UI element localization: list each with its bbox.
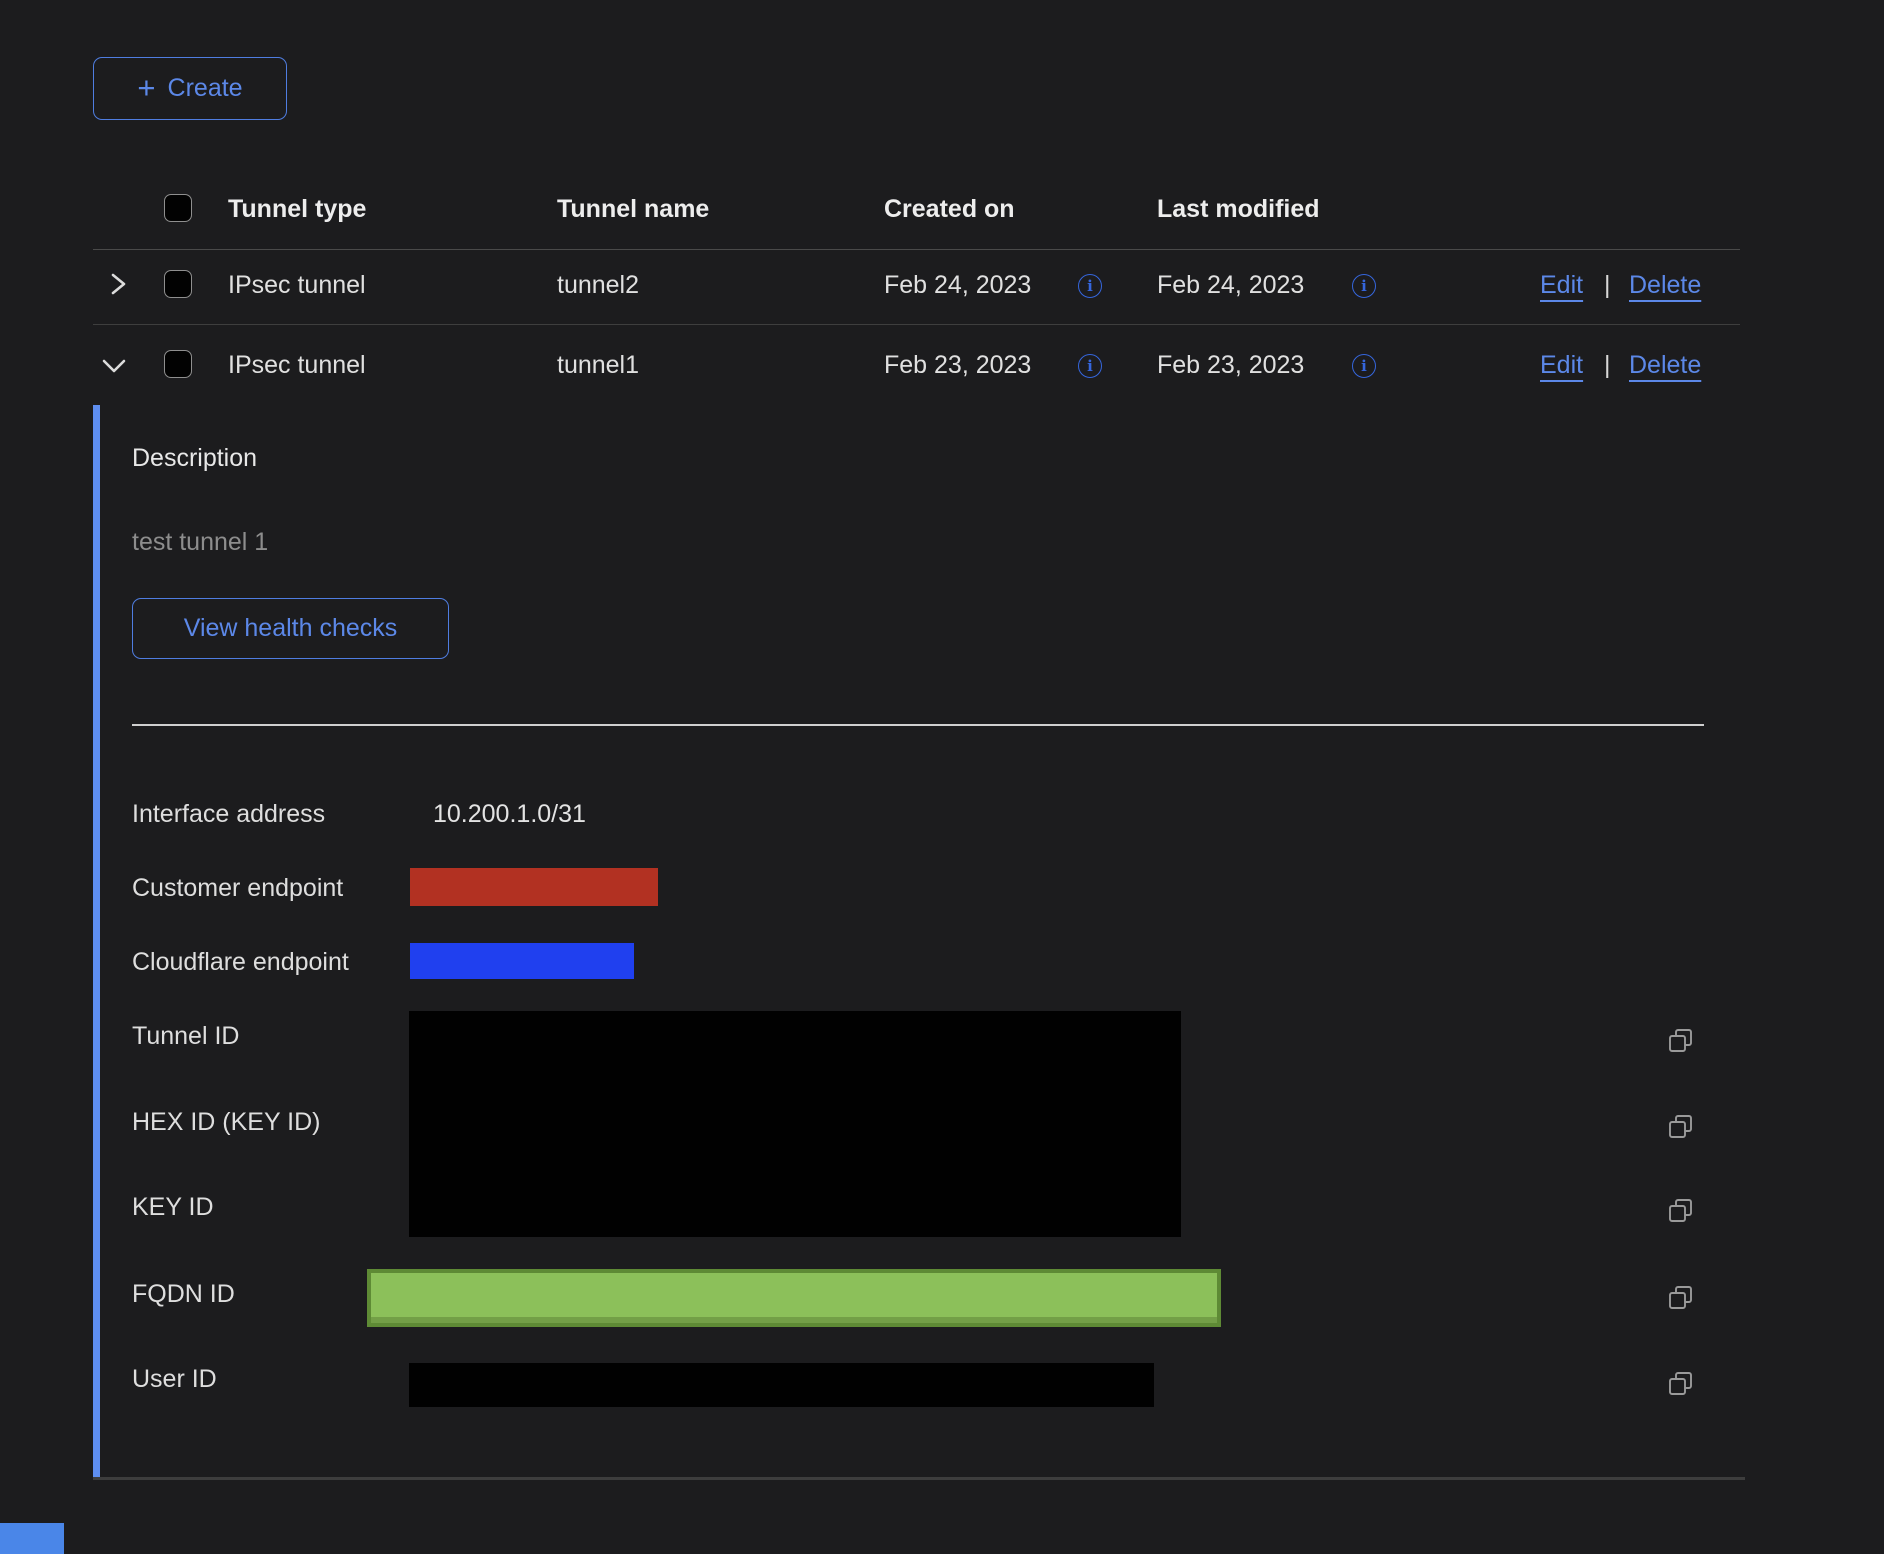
info-glyph: i (1087, 277, 1093, 295)
info-icon[interactable]: i (1078, 274, 1102, 298)
panel-divider (132, 724, 1704, 726)
table-bottom-divider (93, 1477, 1745, 1480)
tunnel-name-cell: tunnel1 (557, 351, 639, 380)
hex-id-label: HEX ID (KEY ID) (132, 1108, 320, 1137)
create-button-label: Create (168, 74, 243, 103)
column-header-tunnel-type: Tunnel type (228, 195, 366, 224)
user-id-label: User ID (132, 1365, 217, 1394)
info-glyph: i (1361, 277, 1367, 295)
cloudflare-endpoint-redaction (410, 943, 634, 979)
copy-user-id-button[interactable] (1666, 1369, 1696, 1399)
column-header-last-modified: Last modified (1157, 195, 1320, 224)
tunnel-id-label: Tunnel ID (132, 1022, 239, 1051)
copy-icon (1666, 1283, 1696, 1313)
info-icon[interactable]: i (1352, 354, 1376, 378)
chevron-down-icon[interactable] (100, 356, 128, 381)
info-icon[interactable]: i (1352, 274, 1376, 298)
info-icon[interactable]: i (1078, 354, 1102, 378)
tunnels-page: + Create Tunnel type Tunnel name Created… (0, 0, 1884, 1554)
view-health-checks-label: View health checks (184, 614, 398, 643)
fqdn-id-redaction (367, 1269, 1221, 1327)
header-divider (93, 249, 1740, 250)
copy-icon (1666, 1196, 1696, 1226)
copy-icon (1666, 1026, 1696, 1056)
chevron-right-glyph (104, 271, 130, 297)
tunnel-type-cell: IPsec tunnel (228, 271, 366, 300)
fqdn-id-label: FQDN ID (132, 1280, 235, 1309)
delete-link[interactable]: Delete (1629, 351, 1701, 380)
customer-endpoint-redaction (410, 868, 658, 906)
row-divider (93, 324, 1740, 325)
tunnel-name-cell: tunnel2 (557, 271, 639, 300)
interface-address-value: 10.200.1.0/31 (433, 800, 586, 829)
delete-link[interactable]: Delete (1629, 271, 1701, 300)
select-all-checkbox[interactable] (164, 194, 192, 222)
create-button[interactable]: + Create (93, 57, 287, 120)
tunnel-type-cell: IPsec tunnel (228, 351, 366, 380)
description-value: test tunnel 1 (132, 528, 268, 557)
expanded-row-accent-bar (93, 405, 100, 1477)
copy-tunnel-id-button[interactable] (1666, 1026, 1696, 1056)
info-glyph: i (1087, 357, 1093, 375)
row-checkbox[interactable] (164, 350, 192, 378)
bottom-left-blue-indicator (0, 1523, 64, 1554)
edit-link[interactable]: Edit (1540, 351, 1583, 380)
edit-link[interactable]: Edit (1540, 271, 1583, 300)
last-modified-cell: Feb 24, 2023 (1157, 271, 1304, 300)
copy-fqdn-id-button[interactable] (1666, 1283, 1696, 1313)
key-id-label: KEY ID (132, 1193, 214, 1222)
cloudflare-endpoint-label: Cloudflare endpoint (132, 948, 349, 977)
created-on-cell: Feb 24, 2023 (884, 271, 1031, 300)
copy-icon (1666, 1112, 1696, 1142)
chevron-right-icon[interactable] (104, 271, 130, 302)
column-header-created-on: Created on (884, 195, 1015, 224)
description-label: Description (132, 444, 257, 473)
created-on-cell: Feb 23, 2023 (884, 351, 1031, 380)
copy-icon (1666, 1369, 1696, 1399)
info-glyph: i (1361, 357, 1367, 375)
copy-key-id-button[interactable] (1666, 1196, 1696, 1226)
column-header-tunnel-name: Tunnel name (557, 195, 709, 224)
id-group-redaction (409, 1011, 1181, 1237)
customer-endpoint-label: Customer endpoint (132, 874, 343, 903)
action-separator: | (1604, 271, 1611, 300)
action-separator: | (1604, 351, 1611, 380)
last-modified-cell: Feb 23, 2023 (1157, 351, 1304, 380)
row-checkbox[interactable] (164, 270, 192, 298)
user-id-redaction (409, 1363, 1154, 1407)
copy-hex-id-button[interactable] (1666, 1112, 1696, 1142)
chevron-down-glyph (100, 356, 128, 376)
interface-address-label: Interface address (132, 800, 325, 829)
plus-icon: + (137, 72, 155, 103)
view-health-checks-button[interactable]: View health checks (132, 598, 449, 659)
